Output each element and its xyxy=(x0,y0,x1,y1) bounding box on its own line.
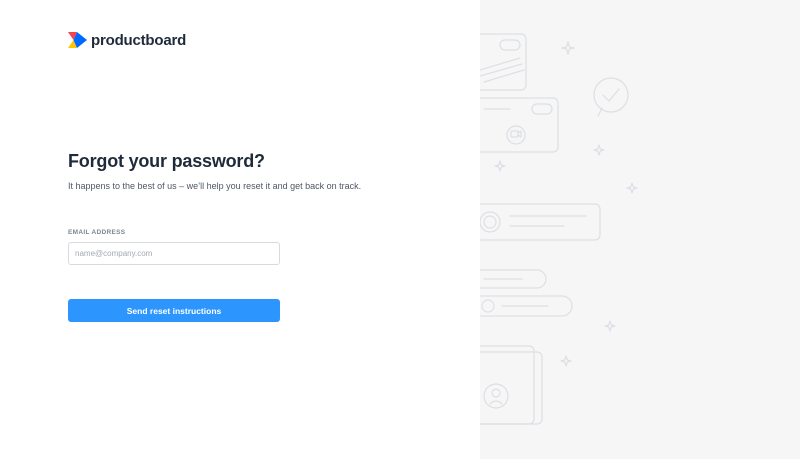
brand-name: productboard xyxy=(91,31,187,49)
chat-bubble-icon xyxy=(593,77,629,117)
avatar-card-icon xyxy=(480,345,543,425)
forgot-password-page: productboard Forgot your password? It ha… xyxy=(0,0,800,459)
page-title: Forgot your password? xyxy=(68,151,265,171)
illustration-panel xyxy=(480,0,800,459)
brand-logo[interactable]: productboard xyxy=(68,31,186,49)
send-reset-instructions-button[interactable]: Send reset instructions xyxy=(68,299,280,322)
page-subtitle: It happens to the best of us – we’ll hel… xyxy=(68,181,362,191)
toggle-card-icon xyxy=(480,33,527,91)
productboard-logo-icon xyxy=(68,32,87,48)
email-field[interactable] xyxy=(68,242,280,265)
video-card-icon xyxy=(480,97,559,153)
avatar-list-card-icon xyxy=(480,203,601,241)
form-panel: productboard Forgot your password? It ha… xyxy=(0,0,480,459)
email-field-label: EMAIL ADDRESS xyxy=(68,229,126,236)
decorative-illustration xyxy=(480,33,638,425)
